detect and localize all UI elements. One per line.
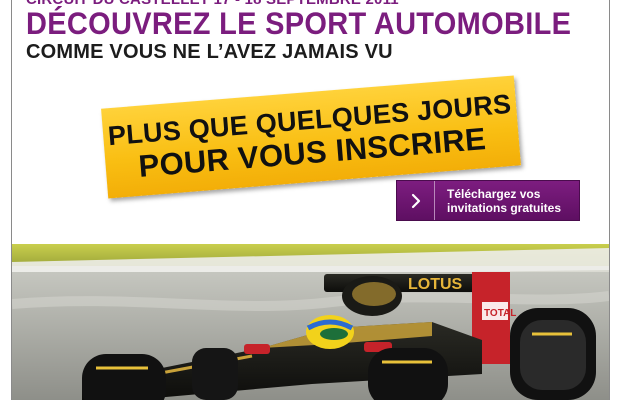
front-right-wheel [368,348,448,400]
subheadline: COMME VOUS NE L’AVEZ JAMAIS VU [26,41,393,63]
cta-label-line-1: Téléchargez vos [447,186,541,201]
download-invitations-button[interactable]: Téléchargez vos invitations gratuites [396,180,580,221]
headline: DÉCOUVREZ LE SPORT AUTOMOBILE [26,7,572,42]
f1-car-illustration: LOTUS TOTAL [12,244,609,400]
rear-right-wheel [510,308,596,400]
left-mirror [244,344,270,354]
car-livery-text: LOTUS [408,276,463,293]
cta-label-line-2: invitations gratuites [447,200,562,215]
driver-helmet [306,315,354,349]
email-banner: CIRCUIT DU CASTELLET 17 - 18 SEPTEMBRE 2… [11,0,610,400]
f1-car-photo: LOTUS TOTAL [12,244,609,400]
sponsor-text: TOTAL [484,308,516,319]
chevron-right-icon [397,181,435,220]
cta-label: Téléchargez vos invitations gratuites [435,187,577,215]
rear-left-wheel [192,348,238,400]
front-left-wheel [82,354,166,400]
